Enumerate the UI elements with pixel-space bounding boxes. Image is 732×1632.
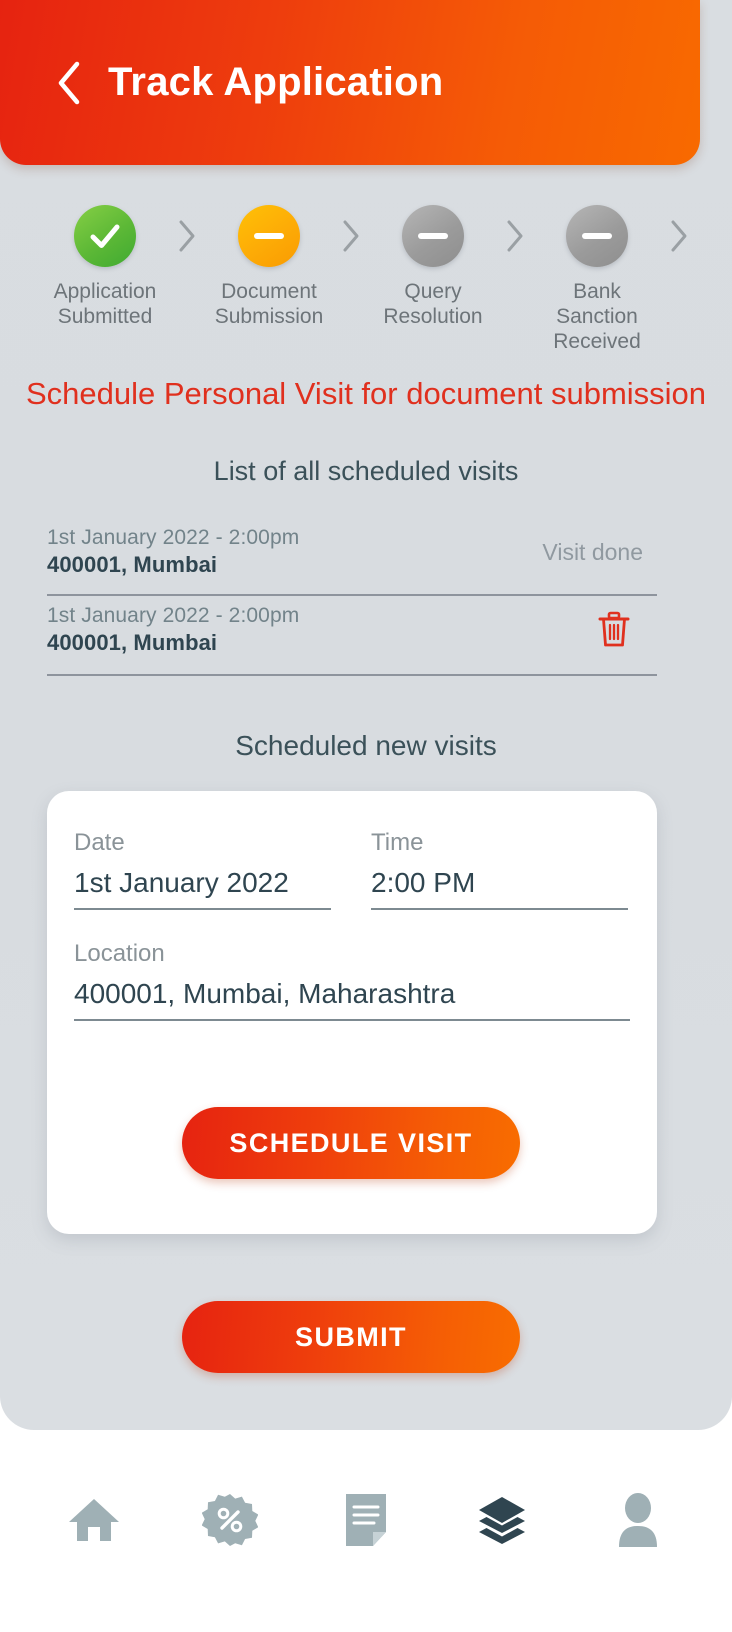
date-time-row: Date 1st January 2022 Time 2:00 PM — [74, 829, 630, 910]
new-visits-heading: Scheduled new visits — [235, 730, 497, 761]
chevron-right-icon — [179, 220, 195, 252]
nav-item-offers[interactable] — [185, 1484, 275, 1556]
stepper-step-bank-sanction-received[interactable]: Bank Sanction Received — [538, 205, 656, 354]
date-value[interactable]: 1st January 2022 — [74, 867, 331, 910]
stepper-separator — [656, 205, 702, 267]
trash-icon — [598, 611, 630, 647]
time-field[interactable]: Time 2:00 PM — [371, 829, 628, 910]
section-title: Schedule Personal Visit for document sub… — [25, 376, 707, 411]
step-status-circle — [402, 205, 464, 267]
location-label: Location — [74, 940, 165, 967]
visit-details: 1st January 2022 - 2:00pm 400001, Mumbai — [47, 526, 299, 578]
stepper-step-application-submitted[interactable]: Application Submitted — [46, 205, 164, 329]
visit-location: 400001, Mumbai — [47, 630, 218, 655]
time-value[interactable]: 2:00 PM — [371, 867, 628, 910]
visit-datetime: 1st January 2022 - 2:00pm — [47, 526, 300, 549]
delete-visit-button[interactable] — [593, 607, 635, 653]
page-title: Track Application — [108, 60, 444, 104]
check-icon — [90, 224, 120, 248]
visit-location: 400001, Mumbai — [47, 552, 218, 577]
location-field[interactable]: Location 400001, Mumbai, Maharashtra — [74, 940, 630, 1021]
stepper-separator — [492, 205, 538, 267]
percent-badge-icon — [202, 1494, 258, 1546]
home-icon — [69, 1499, 119, 1541]
layers-icon — [479, 1497, 525, 1544]
stepper-step-query-resolution[interactable]: Query Resolution — [374, 205, 492, 329]
location-value[interactable]: 400001, Mumbai, Maharashtra — [74, 978, 630, 1021]
date-label: Date — [74, 829, 125, 856]
chevron-left-icon — [58, 61, 80, 104]
progress-stepper: Application Submitted Document Submissio… — [0, 205, 732, 354]
chevron-right-icon — [343, 220, 359, 252]
scheduled-visits-list: 1st January 2022 - 2:00pm 400001, Mumbai… — [47, 518, 657, 676]
nav-item-services[interactable] — [457, 1484, 547, 1556]
nav-item-home[interactable] — [49, 1484, 139, 1556]
person-icon — [619, 1493, 657, 1547]
submit-button[interactable]: SUBMIT — [182, 1301, 520, 1373]
status-badge: Visit done — [542, 538, 643, 565]
chevron-right-icon — [507, 220, 523, 252]
stepper-separator — [164, 205, 210, 267]
dash-icon — [254, 233, 284, 239]
nav-item-documents[interactable] — [321, 1484, 411, 1556]
table-row: 1st January 2022 - 2:00pm 400001, Mumbai — [47, 596, 657, 676]
visit-datetime: 1st January 2022 - 2:00pm — [47, 604, 300, 627]
chevron-right-icon — [671, 220, 687, 252]
stepper-step-label: Application Submitted — [53, 280, 157, 328]
section-subtitle: List of all scheduled visits — [213, 456, 519, 486]
document-icon — [346, 1494, 386, 1546]
back-button[interactable] — [52, 59, 86, 107]
step-status-circle — [74, 205, 136, 267]
table-row: 1st January 2022 - 2:00pm 400001, Mumbai… — [47, 518, 657, 596]
visit-details: 1st January 2022 - 2:00pm 400001, Mumbai — [47, 604, 299, 656]
date-field[interactable]: Date 1st January 2022 — [74, 829, 331, 910]
dash-icon — [418, 233, 448, 239]
stepper-step-label: Bank Sanction Received — [553, 280, 641, 353]
dash-icon — [582, 233, 612, 239]
bottom-navigation — [0, 1432, 732, 1632]
app-screen: Track Application Application Submitted … — [0, 0, 732, 1632]
app-header: Track Application — [0, 0, 700, 165]
step-status-circle — [238, 205, 300, 267]
stepper-step-label: Document Submission — [214, 280, 324, 328]
schedule-visit-button[interactable]: SCHEDULE VISIT — [182, 1107, 520, 1179]
step-status-circle — [566, 205, 628, 267]
nav-item-profile[interactable] — [593, 1484, 683, 1556]
stepper-step-document-submission[interactable]: Document Submission — [210, 205, 328, 329]
stepper-step-label: Query Resolution — [383, 280, 483, 328]
time-label: Time — [371, 829, 424, 856]
stepper-separator — [328, 205, 374, 267]
